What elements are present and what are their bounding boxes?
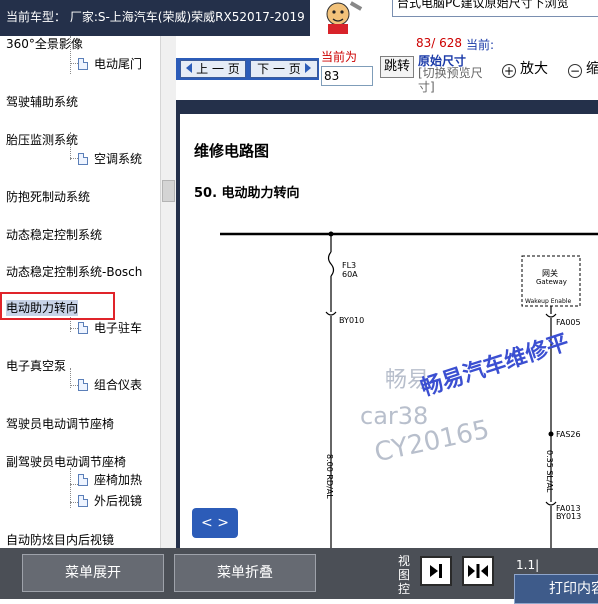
fuse-label: FL3 — [342, 261, 357, 270]
tree-item-dsc[interactable]: 动态稳定控制系统 — [6, 227, 102, 243]
junction-dot — [328, 231, 334, 237]
connector-by013: BY013 — [556, 512, 582, 521]
document-icon — [78, 474, 88, 486]
view-double-button[interactable] — [462, 556, 494, 586]
tree-leaf-label: 外后视镜 — [94, 494, 143, 508]
tree-item-passenger-seat[interactable]: 副驾驶员电动调节座椅 — [6, 454, 126, 470]
fuse-rating: 60A — [342, 270, 358, 279]
tree-leaf-seat-heating[interactable]: 座椅加热 — [78, 472, 142, 488]
zoom-in-button[interactable]: + 放大 — [502, 58, 548, 78]
mechanic-mascot-icon — [326, 1, 363, 34]
tree-leaf-label: 空调系统 — [94, 152, 143, 166]
tree-leaf-instrument-cluster[interactable]: 组合仪表 — [78, 377, 142, 393]
wire-left-label: 8.00 RD/AL — [325, 454, 334, 499]
sidebar-scrollbar[interactable] — [160, 36, 176, 548]
tree-leaf-power-tailgate[interactable]: 电动尾门 — [78, 56, 142, 72]
zoom-in-icon: + — [502, 64, 516, 78]
document-icon — [78, 58, 88, 70]
watermark-car: car38 — [360, 402, 429, 430]
connector-left-symbol — [325, 311, 337, 316]
tree-leaf-air-conditioning[interactable]: 空调系统 — [78, 151, 142, 167]
document-top-border — [176, 100, 598, 114]
left-arrow-icon — [186, 63, 193, 73]
bottom-bar: 菜单展开 菜单折叠 视图控 1.1| 打印内容 — [0, 548, 598, 604]
document-icon — [78, 379, 88, 391]
connector-by010: BY010 — [339, 316, 365, 325]
print-content-button[interactable]: 打印内容 — [514, 574, 598, 604]
page-nav-button[interactable]: < > — [192, 508, 238, 538]
zoom-out-button[interactable]: − 缩 — [568, 58, 598, 78]
tree-item-driver-seat[interactable]: 驾驶员电动调节座椅 — [6, 416, 114, 432]
zoom-in-label: 放大 — [520, 61, 548, 77]
tree-leaf-label: 电子驻车 — [94, 321, 143, 335]
junction-fas26-dot — [548, 431, 554, 437]
document-page: 维修电路图 50. 电动助力转向 FL3 60A BY010 8.00 RD/A… — [180, 114, 598, 548]
document-icon — [78, 322, 88, 334]
help-banner-text: 台式电脑PC建议原始尺寸下浏览 — [392, 0, 598, 17]
view-control-label: 视图控 — [398, 554, 411, 596]
tree-item-360-view[interactable]: 360°全景影像 — [6, 36, 83, 52]
jump-button[interactable]: 跳转 — [380, 56, 414, 78]
zoom-out-icon: − — [568, 64, 582, 78]
document-viewer: 维修电路图 50. 电动助力转向 FL3 60A BY010 8.00 RD/A… — [176, 114, 598, 548]
prev-page-label: 上 一 页 — [196, 62, 240, 76]
expand-menu-button[interactable]: 菜单展开 — [22, 554, 164, 592]
tree-leaf-label: 电动尾门 — [94, 57, 143, 71]
connector-fa005-symbol — [545, 313, 557, 318]
tree-leaf-exterior-mirror[interactable]: 外后视镜 — [78, 493, 142, 509]
document-icon — [78, 495, 88, 507]
tree-item-tire-pressure[interactable]: 胎压监测系统 — [6, 132, 78, 148]
fuse-symbol — [327, 251, 335, 277]
zoom-out-label: 缩 — [586, 61, 598, 77]
right-arrow-icon — [304, 63, 311, 73]
page-current-label: 当前: — [466, 38, 495, 52]
gateway-en-label: Gateway — [536, 278, 567, 286]
sidebar-scroll-thumb[interactable] — [162, 180, 175, 202]
next-page-label: 下 一 页 — [257, 62, 301, 76]
connector-fa013-symbol — [545, 501, 557, 506]
document-icon — [78, 153, 88, 165]
zoom-readout: 1.1| — [516, 558, 540, 572]
next-page-button[interactable]: 下 一 页 — [250, 60, 318, 78]
tree-item-auto-dimming-mirror[interactable]: 自动防炫目内后视镜 — [6, 532, 114, 548]
prev-page-button[interactable]: 上 一 页 — [180, 60, 246, 78]
view-single-button[interactable] — [420, 556, 452, 586]
help-banner: 台式电脑PC建议原始尺寸下浏览 — [310, 0, 598, 36]
toggle-preview-link[interactable]: [切换预览尺寸] — [418, 66, 492, 94]
wakeup-label: Wakeup Enable — [525, 298, 572, 305]
wiring-diagram — [220, 231, 598, 548]
sidebar-tree: 360°全景影像 电动尾门 驾驶辅助系统 胎压监测系统 空调系统 防抱死制动系统… — [0, 36, 177, 548]
arrows-inward-icon — [468, 564, 488, 578]
highlight-box — [0, 292, 115, 320]
tree-item-vacuum-pump[interactable]: 电子真空泵 — [6, 358, 66, 374]
current-page-label: 当前为 — [321, 50, 358, 64]
tree-item-abs[interactable]: 防抱死制动系统 — [6, 189, 90, 205]
arrow-right-bar-icon — [430, 564, 442, 578]
tree-leaf-electronic-parking[interactable]: 电子驻车 — [78, 320, 142, 336]
tree-item-driving-assist[interactable]: 驾驶辅助系统 — [6, 94, 78, 110]
page-number-input[interactable]: 83 — [321, 66, 373, 86]
toolbar: 上 一 页 下 一 页 当前为 83 跳转 83/ 628 当前: 原始尺寸 [… — [176, 36, 598, 100]
tree-leaf-label: 座椅加热 — [94, 473, 143, 487]
tree-leaf-label: 组合仪表 — [94, 378, 143, 392]
page-count: 83/ 628 — [416, 36, 463, 50]
collapse-menu-button[interactable]: 菜单折叠 — [174, 554, 316, 592]
car-model-header: 当前车型： 厂家:S-上海汽车(荣威)荣威RX52017-2019 — [0, 0, 310, 36]
splice-fas26: FAS26 — [556, 430, 581, 439]
tree-item-dsc-bosch[interactable]: 动态稳定控制系统-Bosch — [6, 264, 142, 280]
wire-right-label: 0.35 SL/AL — [545, 450, 554, 493]
